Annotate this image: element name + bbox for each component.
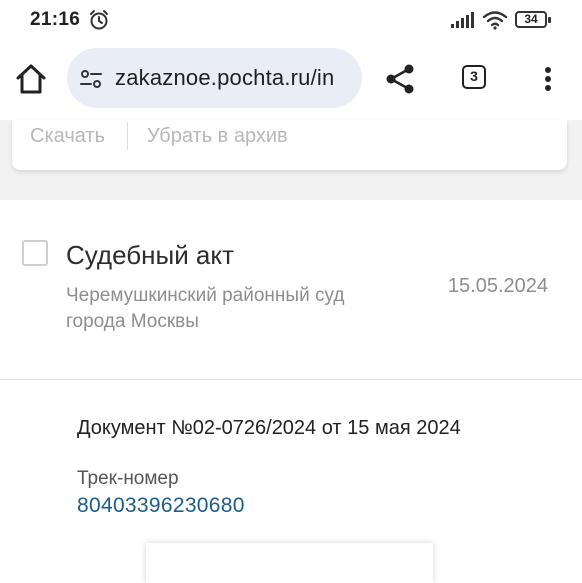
document-actions: Скачать Убрать в архив (12, 120, 567, 170)
clock-time: 21:16 (30, 9, 81, 30)
address-bar[interactable]: zakaznoe.pochta.ru/in (67, 48, 362, 108)
track-number-link[interactable]: 80403396230680 (77, 494, 245, 518)
document-date: 15.05.2024 (447, 275, 548, 297)
site-settings-icon[interactable] (79, 67, 103, 91)
signal-icon (451, 12, 474, 28)
download-button[interactable]: Скачать (30, 125, 105, 148)
document-card[interactable]: Судебный акт Черемушкинский районный суд… (0, 200, 582, 583)
more-menu-icon[interactable] (535, 60, 561, 98)
track-number-label: Трек-номер (77, 468, 179, 489)
status-bar: 21:16 34 (0, 0, 582, 40)
tab-switcher-button[interactable]: 3 (462, 65, 486, 89)
battery-indicator: 34 (515, 11, 551, 28)
document-number: Документ №02-0726/2024 от 15 мая 2024 (77, 417, 461, 439)
alarm-icon (90, 10, 108, 30)
share-icon[interactable] (382, 60, 420, 98)
document-checkbox[interactable] (22, 240, 48, 266)
document-preview[interactable] (146, 543, 433, 583)
browser-toolbar: zakaznoe.pochta.ru/in 3 (0, 40, 582, 120)
page-content: Скачать Убрать в архив Судебный акт Чере… (0, 120, 582, 583)
home-icon[interactable] (12, 60, 50, 98)
document-title[interactable]: Судебный акт (66, 240, 234, 271)
divider (0, 379, 582, 380)
document-sender: Черемушкинский районный суд города Москв… (66, 285, 345, 332)
archive-button[interactable]: Убрать в архив (147, 125, 288, 148)
actions-divider (127, 122, 128, 150)
url-text[interactable]: zakaznoe.pochta.ru/in (115, 65, 334, 91)
wifi-icon (482, 11, 508, 30)
